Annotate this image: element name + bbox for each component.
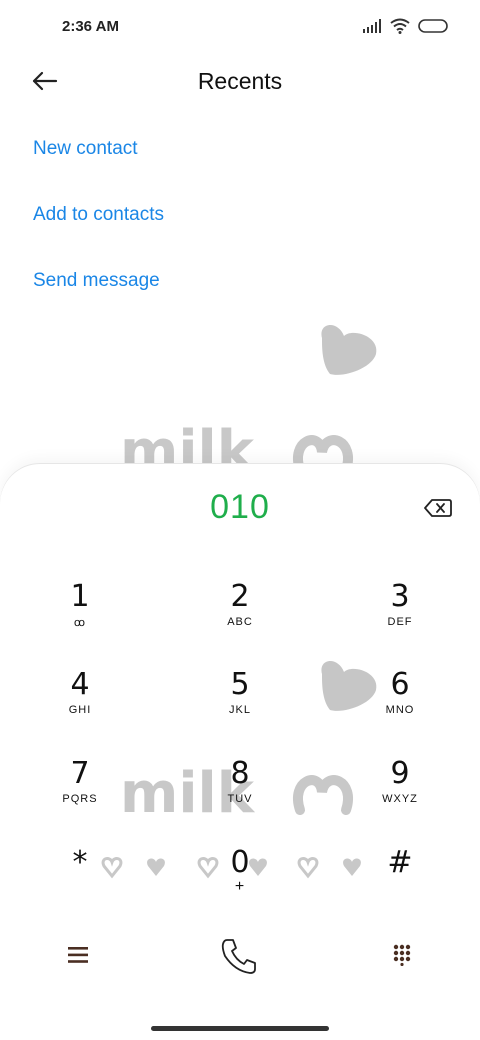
key-0-plus: + <box>234 878 246 895</box>
status-time: 2:36 AM <box>62 18 119 35</box>
key-4[interactable]: 4 GHI <box>35 668 125 738</box>
new-contact-link[interactable]: New contact <box>33 138 138 160</box>
signal-icon <box>363 19 381 33</box>
add-to-contacts-link[interactable]: Add to contacts <box>33 204 164 226</box>
key-8-letters: TUV <box>227 793 253 805</box>
page-title: Recents <box>197 68 283 94</box>
key-7-letters: PQRS <box>62 793 98 805</box>
key-4-digit: 4 <box>70 667 90 702</box>
key-star[interactable]: * <box>35 846 125 916</box>
send-message-link[interactable]: Send message <box>33 270 160 292</box>
key-8[interactable]: 8 TUV <box>195 757 285 827</box>
key-hash[interactable]: # <box>355 846 445 916</box>
battery-icon <box>418 19 448 33</box>
key-5-digit: 5 <box>230 667 250 702</box>
key-3-letters: DEF <box>387 616 413 628</box>
home-indicator[interactable] <box>151 1026 329 1031</box>
key-9[interactable]: 9 WXYZ <box>355 757 445 827</box>
voicemail-icon: ꝏ <box>73 617 87 629</box>
key-5-letters: JKL <box>229 704 251 716</box>
key-2[interactable]: 2 ABC <box>195 580 285 650</box>
key-9-letters: WXYZ <box>382 793 418 805</box>
phone-icon[interactable] <box>219 936 259 976</box>
menu-icon[interactable] <box>68 946 88 964</box>
heart-outline-bottom <box>293 775 353 815</box>
key-1-digit: 1 <box>70 579 90 614</box>
status-bar: 2:36 AM <box>0 0 480 56</box>
header: Recents <box>0 56 480 108</box>
key-9-digit: 9 <box>390 756 410 791</box>
key-star-digit: * <box>72 845 88 880</box>
key-3[interactable]: 3 DEF <box>355 580 445 650</box>
key-4-letters: GHI <box>68 704 92 716</box>
key-0[interactable]: 0 + <box>195 846 285 916</box>
small-heart-outline-3 <box>297 857 319 879</box>
key-3-digit: 3 <box>390 579 410 614</box>
key-8-digit: 8 <box>230 756 250 791</box>
key-5[interactable]: 5 JKL <box>195 668 285 738</box>
key-0-digit: 0 <box>230 845 250 880</box>
key-7-digit: 7 <box>70 756 90 791</box>
key-6-digit: 6 <box>390 667 410 702</box>
wifi-icon <box>390 18 410 34</box>
key-hash-digit: # <box>387 845 413 880</box>
key-6[interactable]: 6 MNO <box>355 668 445 738</box>
key-6-letters: MNO <box>385 704 415 716</box>
small-heart-1 <box>147 858 165 876</box>
heart-decoration-top <box>321 324 377 375</box>
key-7[interactable]: 7 PQRS <box>35 757 125 827</box>
dialpad-icon[interactable] <box>393 944 411 966</box>
dialer-sheet: 010 milk 1 ꝏ 2 ABC 3 DEF 4 GHI 5 JKL 6 M… <box>0 464 480 1040</box>
status-icons <box>362 18 450 34</box>
key-2-letters: ABC <box>227 616 253 628</box>
key-1[interactable]: 1 ꝏ <box>35 580 125 650</box>
key-2-digit: 2 <box>230 579 250 614</box>
